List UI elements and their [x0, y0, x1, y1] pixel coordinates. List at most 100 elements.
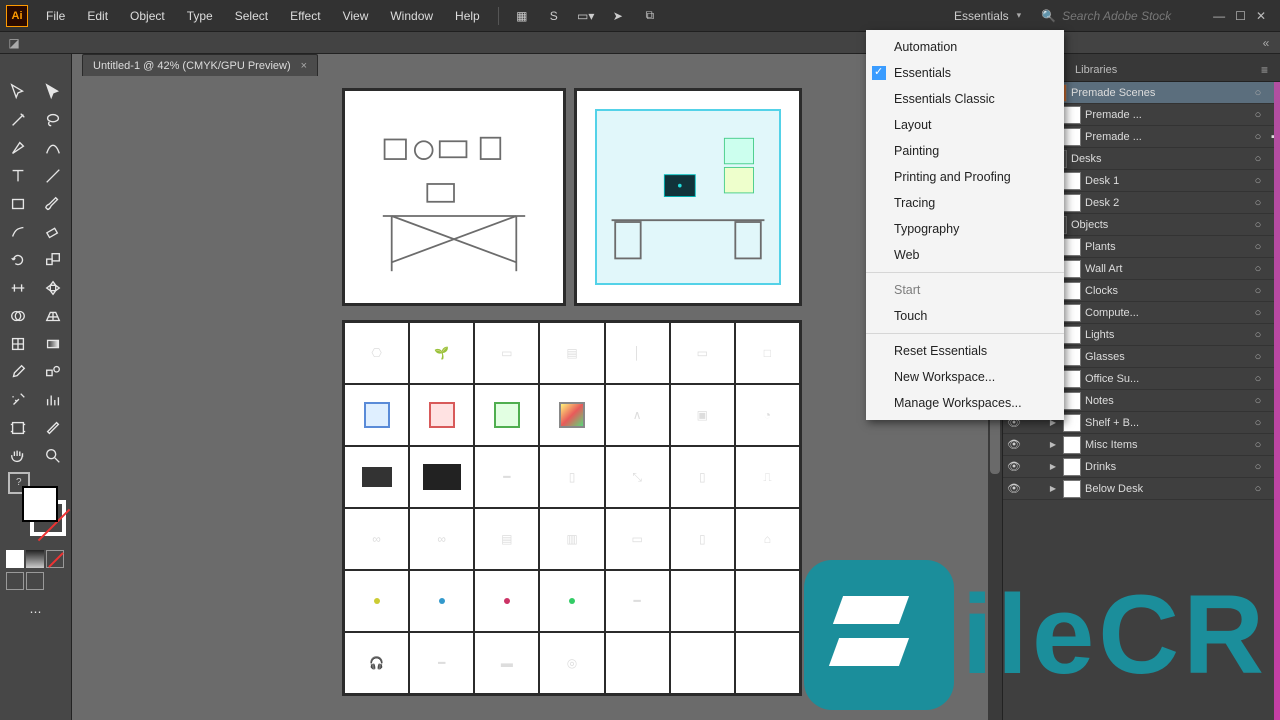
- workspace-menu-item[interactable]: Printing and Proofing: [866, 164, 1064, 190]
- visibility-toggle[interactable]: 👁: [1003, 460, 1025, 473]
- target-icon[interactable]: ○: [1250, 417, 1266, 429]
- workspace-menu-item[interactable]: Tracing: [866, 190, 1064, 216]
- edit-toolbar-button[interactable]: ⋯: [0, 598, 71, 626]
- layer-name[interactable]: Premade Scenes: [1071, 87, 1250, 99]
- menu-window[interactable]: Window: [380, 5, 443, 27]
- workspace-switcher[interactable]: Essentials: [944, 7, 1031, 25]
- layer-name[interactable]: Desks: [1071, 153, 1250, 165]
- grid-cell[interactable]: ▭: [670, 322, 735, 384]
- grid-cell[interactable]: ▥: [539, 508, 604, 570]
- grid-cell[interactable]: │: [605, 322, 670, 384]
- target-icon[interactable]: ○: [1250, 351, 1266, 363]
- zoom-tool[interactable]: [36, 442, 72, 470]
- disclosure-triangle[interactable]: ▶: [1047, 484, 1059, 493]
- hand-tool[interactable]: [0, 442, 36, 470]
- target-icon[interactable]: ○: [1250, 175, 1266, 187]
- artboard-tool[interactable]: [0, 414, 36, 442]
- grid-cell[interactable]: [605, 632, 670, 694]
- grid-cell[interactable]: ∧: [605, 384, 670, 446]
- grid-cell[interactable]: [539, 570, 604, 632]
- grid-cell[interactable]: ▬: [474, 632, 539, 694]
- layer-name[interactable]: Premade ...: [1085, 131, 1250, 143]
- grid-cell[interactable]: [670, 632, 735, 694]
- grid-cell[interactable]: [344, 446, 409, 508]
- curvature-tool[interactable]: [36, 134, 72, 162]
- color-mode-none[interactable]: [46, 550, 64, 568]
- preferences-icon[interactable]: ▭▾: [575, 5, 597, 27]
- grid-cell[interactable]: [409, 570, 474, 632]
- grid-cell[interactable]: [409, 446, 474, 508]
- grid-cell[interactable]: [735, 570, 800, 632]
- workspace-menu-item[interactable]: Typography: [866, 216, 1064, 242]
- grid-cell[interactable]: [344, 570, 409, 632]
- grid-cell[interactable]: ⎔: [344, 322, 409, 384]
- target-icon[interactable]: ○: [1250, 483, 1266, 495]
- grid-cell[interactable]: ━: [474, 446, 539, 508]
- target-icon[interactable]: ○: [1250, 131, 1266, 143]
- grid-cell[interactable]: ⤡: [605, 446, 670, 508]
- home-icon[interactable]: ◪: [6, 35, 22, 51]
- workspace-menu-item[interactable]: Essentials Classic: [866, 86, 1064, 112]
- target-icon[interactable]: ○: [1250, 395, 1266, 407]
- mesh-tool[interactable]: [0, 330, 36, 358]
- target-icon[interactable]: ○: [1250, 439, 1266, 451]
- target-icon[interactable]: ○: [1250, 263, 1266, 275]
- layer-name[interactable]: Shelf + B...: [1085, 417, 1250, 429]
- close-icon[interactable]: ✕: [1256, 9, 1266, 23]
- grid-cell[interactable]: ━: [605, 570, 670, 632]
- layer-row[interactable]: 👁▶Drinks○: [1003, 456, 1280, 478]
- layer-name[interactable]: Clocks: [1085, 285, 1250, 297]
- target-icon[interactable]: ○: [1250, 307, 1266, 319]
- menu-select[interactable]: Select: [225, 5, 278, 27]
- grid-cell[interactable]: ▤: [474, 508, 539, 570]
- gpu-icon[interactable]: ▦: [511, 5, 533, 27]
- type-tool[interactable]: [0, 162, 36, 190]
- publish-icon[interactable]: ➤: [607, 5, 629, 27]
- draw-mode-icon[interactable]: [26, 572, 44, 590]
- grid-cell[interactable]: [539, 384, 604, 446]
- shaper-tool[interactable]: [0, 218, 36, 246]
- target-icon[interactable]: ○: [1250, 109, 1266, 121]
- layer-name[interactable]: Below Desk: [1085, 483, 1250, 495]
- menu-view[interactable]: View: [333, 5, 379, 27]
- grid-cell[interactable]: [670, 570, 735, 632]
- disclosure-triangle[interactable]: ▶: [1047, 462, 1059, 471]
- expand-panel-icon[interactable]: «: [1258, 35, 1274, 51]
- target-icon[interactable]: ○: [1250, 373, 1266, 385]
- target-icon[interactable]: ○: [1250, 285, 1266, 297]
- layer-name[interactable]: Notes: [1085, 395, 1250, 407]
- blend-tool[interactable]: [36, 358, 72, 386]
- document-setup-icon[interactable]: S: [543, 5, 565, 27]
- target-icon[interactable]: ○: [1250, 219, 1266, 231]
- close-tab-icon[interactable]: ×: [301, 60, 307, 72]
- grid-cell[interactable]: ⎍: [735, 446, 800, 508]
- artboard-scene-1[interactable]: [342, 88, 566, 306]
- target-icon[interactable]: ○: [1250, 241, 1266, 253]
- workspace-menu-item[interactable]: Web: [866, 242, 1064, 268]
- tab-libraries[interactable]: Libraries: [1064, 59, 1128, 81]
- fill-stroke-swatch[interactable]: ?: [6, 476, 66, 536]
- maximize-icon[interactable]: ☐: [1235, 9, 1246, 23]
- grid-cell[interactable]: ▤: [539, 322, 604, 384]
- fill-swatch-main[interactable]: [22, 486, 58, 522]
- gradient-tool[interactable]: [36, 330, 72, 358]
- target-icon[interactable]: ○: [1250, 197, 1266, 209]
- workspace-menu-item[interactable]: Essentials: [866, 60, 1064, 86]
- layer-name[interactable]: Compute...: [1085, 307, 1250, 319]
- paintbrush-tool[interactable]: [36, 190, 72, 218]
- layer-name[interactable]: Wall Art: [1085, 263, 1250, 275]
- layer-name[interactable]: Objects: [1071, 219, 1250, 231]
- target-icon[interactable]: ○: [1250, 153, 1266, 165]
- grid-cell[interactable]: [735, 632, 800, 694]
- minimize-icon[interactable]: —: [1213, 9, 1225, 23]
- workspace-menu-item[interactable]: Layout: [866, 112, 1064, 138]
- components-grid[interactable]: ⎔ 🌱 ▭ ▤ │ ▭ □ ∧ ▣ ◔ ━ ▯ ⤡ ▯ ⎍: [342, 320, 802, 696]
- layer-row[interactable]: 👁▶Misc Items○: [1003, 434, 1280, 456]
- menu-type[interactable]: Type: [177, 5, 223, 27]
- workspace-menu-item[interactable]: New Workspace...: [866, 364, 1064, 390]
- layer-name[interactable]: Office Su...: [1085, 373, 1250, 385]
- layer-name[interactable]: Desk 2: [1085, 197, 1250, 209]
- eyedropper-tool[interactable]: [0, 358, 36, 386]
- search-stock[interactable]: 🔍 Search Adobe Stock: [1033, 9, 1203, 23]
- visibility-toggle[interactable]: 👁: [1003, 482, 1025, 495]
